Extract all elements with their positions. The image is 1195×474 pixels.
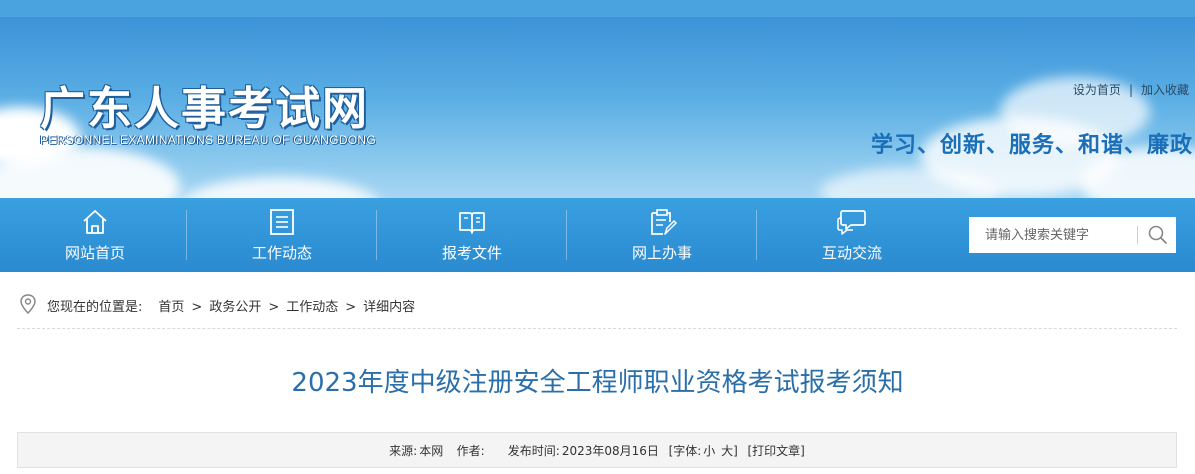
nav-label-home: 网站首页 <box>64 244 125 262</box>
nav-label-exam-documents: 报考文件 <box>441 244 502 262</box>
add-favorite-link[interactable]: 加入收藏 <box>1141 83 1189 97</box>
top-links: 设为首页 | 加入收藏 <box>1073 81 1189 98</box>
article-meta: 来源: 本网 作者: 发布时间: 2023年08月16日 [字体: 小 大] [打印文… <box>17 432 1177 468</box>
breadcrumb-home[interactable]: 首页 <box>158 300 184 315</box>
breadcrumb-detail: 详细内容 <box>363 300 416 315</box>
chat-bubbles-icon <box>837 210 866 235</box>
nav-label-work-news: 工作动态 <box>251 244 312 262</box>
breadcrumb-government-affairs[interactable]: 政务公开 <box>209 300 261 315</box>
article-title: 2023年度中级注册安全工程师职业资格考试报考须知 <box>291 368 904 398</box>
nav-item-online-services[interactable]: 网上办事 <box>567 198 757 272</box>
breadcrumb-work-news[interactable]: 工作动态 <box>286 300 338 315</box>
nav-item-work-news[interactable]: 工作动态 <box>187 198 377 272</box>
font-small-button[interactable]: 小 <box>703 444 715 458</box>
set-homepage-link[interactable]: 设为首页 <box>1073 83 1121 97</box>
site-slogan: 学习、创新、服务、和谐、廉政 <box>870 133 1193 158</box>
site-logo-subtitle: PERSONNEL EXAMINATIONS BUREAU OF GUANGDO… <box>40 133 376 147</box>
source-value: 本网 <box>419 444 444 458</box>
search-icon[interactable] <box>1143 220 1173 250</box>
search-divider <box>1137 226 1138 244</box>
list-document-icon <box>270 209 294 235</box>
publish-date: 2023年08月16日 <box>561 444 659 458</box>
breadcrumb: 您现在的位置是: 首页 > 政务公开 > 工作动态 > 详细内容 <box>17 287 1177 329</box>
font-size-label: [字体: <box>668 444 702 458</box>
author-label: 作者: <box>456 444 485 458</box>
search-box <box>969 217 1176 253</box>
breadcrumb-arrow: > <box>268 300 280 315</box>
print-article-button[interactable]: [打印文章] <box>747 444 804 458</box>
nav-item-interaction[interactable]: 互动交流 <box>757 198 947 272</box>
site-logo-title[interactable]: 广东人事考试网 <box>40 72 369 137</box>
breadcrumb-arrow: > <box>191 300 203 315</box>
font-large-button[interactable]: 大] <box>721 444 738 458</box>
search-input[interactable] <box>969 217 1137 253</box>
nav-label-interaction: 互动交流 <box>821 244 882 262</box>
link-separator: | <box>1128 83 1133 97</box>
location-pin-icon <box>20 294 36 314</box>
top-strip <box>0 0 1195 17</box>
source-label: 来源: <box>389 444 418 458</box>
open-book-icon <box>459 212 485 234</box>
header-banner: 广东人事考试网 PERSONNEL EXAMINATIONS BUREAU OF… <box>0 17 1195 198</box>
clipboard-pen-icon <box>651 209 677 235</box>
home-icon <box>83 210 107 234</box>
breadcrumb-arrow: > <box>345 300 357 315</box>
date-label: 发布时间: <box>507 444 560 458</box>
nav-label-online-services: 网上办事 <box>631 244 692 262</box>
nav-item-exam-documents[interactable]: 报考文件 <box>377 198 567 272</box>
nav-item-home[interactable]: 网站首页 <box>0 198 190 272</box>
breadcrumb-prefix: 您现在的位置是: <box>47 300 143 315</box>
